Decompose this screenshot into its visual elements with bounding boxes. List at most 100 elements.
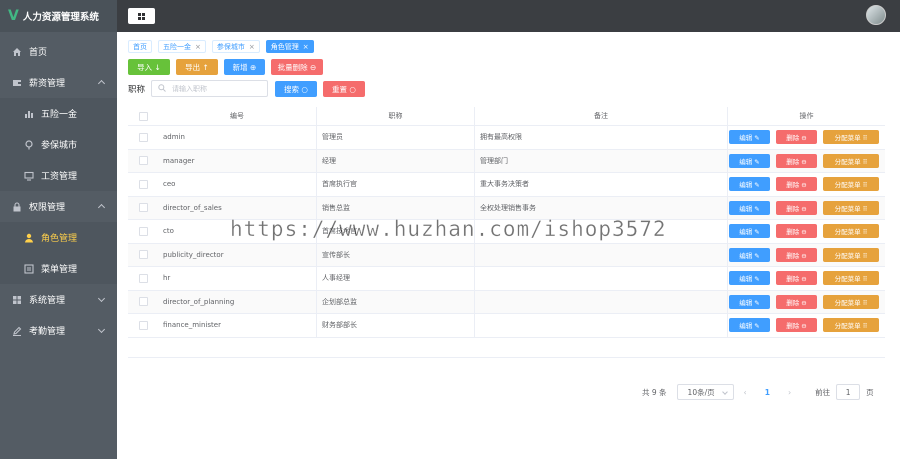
tag-city[interactable]: 参保城市 × [211, 40, 260, 53]
sidebar-item-home[interactable]: 首页 [0, 36, 117, 67]
table-row: hr 人事经理 编辑 ✎ 删除 ⊖ 分配菜单 ⠿ [128, 267, 885, 291]
row-checkbox[interactable] [138, 297, 148, 307]
cell-remark [475, 290, 728, 313]
menu-icon [24, 263, 34, 274]
row-checkbox[interactable] [138, 320, 148, 330]
chevron-down-icon [97, 325, 106, 334]
edit-button[interactable]: 编辑 ✎ [729, 294, 770, 309]
row-checkbox[interactable] [138, 273, 148, 283]
sidebar-menu: 首页 薪资管理 五险一金 参保城市 工资管理 权限管理 角色管理 菜单管理 系统… [0, 36, 117, 346]
cell-code: manager [158, 149, 317, 172]
sidebar-item-label: 权限管理 [29, 203, 66, 213]
assign-menu-button[interactable]: 分配菜单 ⠿ [823, 177, 879, 192]
row-checkbox[interactable] [138, 132, 148, 142]
sidebar-item-system[interactable]: 系统管理 [0, 284, 117, 315]
assign-menu-button[interactable]: 分配菜单 ⠿ [823, 247, 879, 262]
import-button[interactable]: 导入 ↓ [128, 59, 170, 75]
sidebar-item-insurance[interactable]: 五险一金 [0, 98, 117, 129]
delete-button[interactable]: 删除 ⊖ [776, 318, 817, 333]
edit-button[interactable]: 编辑 ✎ [729, 224, 770, 239]
assign-menu-button[interactable]: 分配菜单 ⠿ [823, 200, 879, 215]
table-row: finance_minister 财务部部长 编辑 ✎ 删除 ⊖ 分配菜单 ⠿ [128, 314, 885, 338]
sidebar-item-label: 五险一金 [41, 110, 78, 120]
cell-code: ceo [158, 173, 317, 196]
row-checkbox[interactable] [138, 226, 148, 236]
sidebar: V 人力资源管理系统 首页 薪资管理 五险一金 参保城市 工资管理 权限管理 角… [0, 0, 117, 459]
close-icon[interactable]: × [303, 43, 309, 51]
app-logo[interactable]: V 人力资源管理系统 [0, 0, 117, 32]
edit-icon [12, 326, 22, 336]
assign-menu-button[interactable]: 分配菜单 ⠿ [823, 294, 879, 309]
edit-button[interactable]: 编辑 ✎ [729, 247, 770, 262]
main-content: 首页 五险一金 × 参保城市 × 角色管理 × 导入 ↓ 导出 ↑ 新增 ⊕ 批量删除… [117, 32, 900, 459]
row-checkbox[interactable] [138, 203, 148, 213]
close-icon[interactable]: × [249, 43, 255, 51]
page-number-current[interactable]: 1 [765, 388, 770, 397]
sidebar-item-attendance[interactable]: 考勤管理 [0, 315, 117, 346]
sidebar-item-permission[interactable]: 权限管理 [0, 191, 117, 222]
sidebar-item-label: 工资管理 [41, 172, 78, 182]
cell-code: finance_minister [158, 314, 317, 337]
next-page-button[interactable]: › [788, 388, 791, 397]
table-header: 编号 职称 备注 操作 [128, 107, 885, 126]
delete-button[interactable]: 删除 ⊖ [776, 271, 817, 286]
tag-insurance[interactable]: 五险一金 × [158, 40, 206, 53]
prev-page-button[interactable]: ‹ [744, 388, 747, 397]
sidebar-item-menu[interactable]: 菜单管理 [0, 253, 117, 284]
cell-title: 经理 [317, 149, 475, 172]
chevron-up-icon [97, 203, 106, 212]
assign-menu-button[interactable]: 分配菜单 ⠿ [823, 130, 879, 145]
sidebar-item-wage[interactable]: 工资管理 [0, 160, 117, 191]
goto-value: 1 [845, 387, 851, 397]
delete-button[interactable]: 删除 ⊖ [776, 153, 817, 168]
edit-button[interactable]: 编辑 ✎ [729, 130, 770, 145]
sidebar-item-city[interactable]: 参保城市 [0, 129, 117, 160]
assign-menu-button[interactable]: 分配菜单 ⠿ [823, 318, 879, 333]
user-icon [24, 233, 34, 243]
sidebar-item-role[interactable]: 角色管理 [0, 222, 117, 253]
edit-button[interactable]: 编辑 ✎ [729, 177, 770, 192]
goto-page-input[interactable]: 1 [836, 384, 861, 400]
edit-button[interactable]: 编辑 ✎ [729, 200, 770, 215]
table-row: manager 经理 管理部门 编辑 ✎ 删除 ⊖ 分配菜单 ⠿ [128, 149, 885, 173]
delete-button[interactable]: 删除 ⊖ [776, 247, 817, 262]
tag-label: 参保城市 [216, 42, 245, 51]
row-checkbox[interactable] [138, 179, 148, 189]
delete-button[interactable]: 删除 ⊖ [776, 294, 817, 309]
user-avatar[interactable] [866, 5, 886, 25]
row-checkbox[interactable] [138, 156, 148, 166]
assign-menu-button[interactable]: 分配菜单 ⠿ [823, 153, 879, 168]
sidebar-item-salary[interactable]: 薪资管理 [0, 67, 117, 98]
cell-title: 企划部总监 [317, 290, 475, 313]
edit-button[interactable]: 编辑 ✎ [729, 318, 770, 333]
table-row: admin 管理员 拥有最高权限 编辑 ✎ 删除 ⊖ 分配菜单 ⠿ [128, 126, 885, 150]
assign-menu-button[interactable]: 分配菜单 ⠿ [823, 271, 879, 286]
sidebar-item-label: 薪资管理 [29, 79, 66, 89]
assign-menu-button[interactable]: 分配菜单 ⠿ [823, 224, 879, 239]
row-checkbox[interactable] [138, 250, 148, 260]
search-button[interactable]: 搜索 ○ [275, 81, 317, 97]
export-button[interactable]: 导出 ↑ [176, 59, 218, 75]
collapse-sidebar-button[interactable] [128, 8, 155, 24]
column-header: 职称 [317, 107, 475, 125]
delete-button[interactable]: 删除 ⊖ [776, 130, 817, 145]
tag-home[interactable]: 首页 [128, 40, 152, 53]
reset-button[interactable]: 重置 ○ [323, 81, 365, 97]
tag-role[interactable]: 角色管理 × [265, 40, 314, 53]
add-button[interactable]: 新增 ⊕ [224, 59, 265, 75]
column-header: 操作 [799, 112, 814, 120]
delete-button[interactable]: 删除 ⊖ [776, 224, 817, 239]
search-input[interactable]: 请输入职称 [151, 80, 268, 97]
edit-button[interactable]: 编辑 ✎ [729, 153, 770, 168]
select-all-checkbox[interactable] [138, 111, 148, 121]
batch-delete-button[interactable]: 批量删除 ⊖ [271, 59, 323, 75]
role-table: 编号 职称 备注 操作 admin 管理员 拥有最高权限 编辑 ✎ 删除 ⊖ 分配菜单 ⠿… [128, 107, 885, 358]
edit-button[interactable]: 编辑 ✎ [729, 271, 770, 286]
close-icon[interactable]: × [195, 43, 201, 51]
page-size-select[interactable]: 10条/页 [676, 384, 734, 400]
tag-label: 角色管理 [270, 42, 299, 51]
delete-button[interactable]: 删除 ⊖ [776, 177, 817, 192]
delete-button[interactable]: 删除 ⊖ [776, 200, 817, 215]
sidebar-item-label: 菜单管理 [41, 265, 78, 275]
search-icon [158, 83, 166, 94]
